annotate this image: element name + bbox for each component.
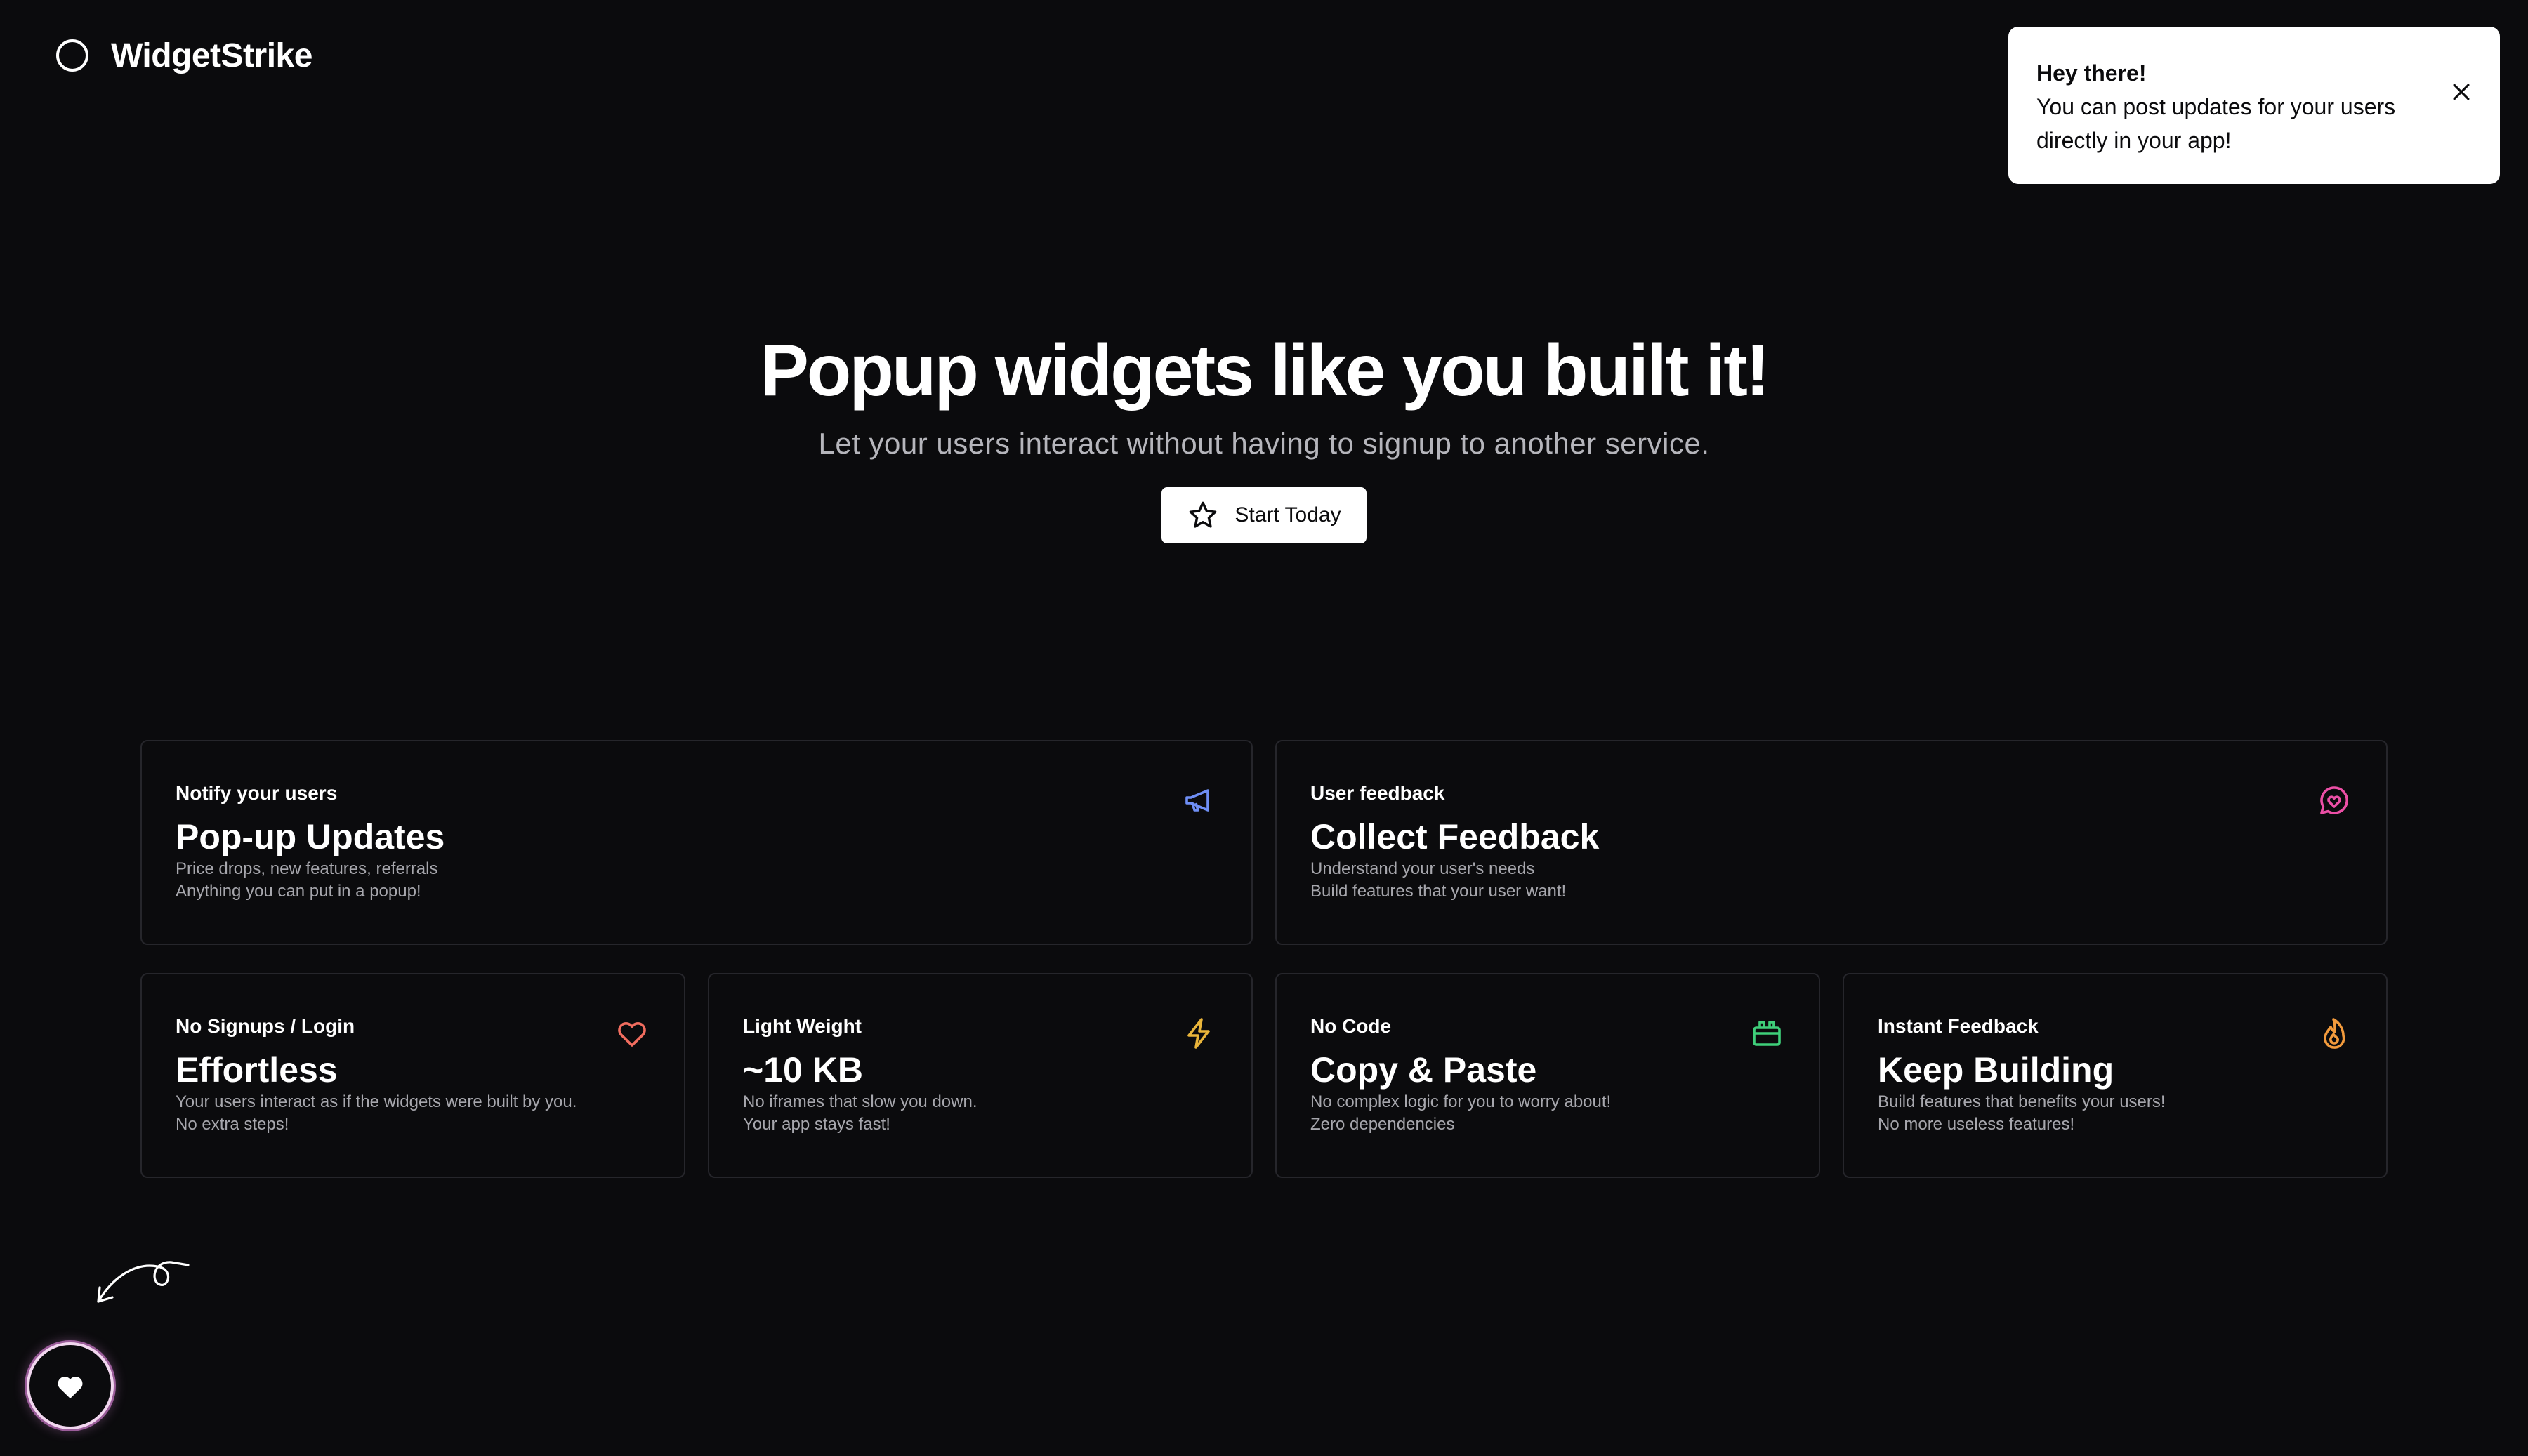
toast-title: Hey there! (2036, 60, 2147, 86)
feature-card-collect-feedback: User feedback Collect Feedback Understan… (1275, 740, 2388, 945)
lightning-icon (1187, 1018, 1210, 1049)
card-title: Pop-up Updates (176, 817, 445, 856)
card-description-line: No more useless features! (1878, 1115, 2075, 1134)
card-description-line: No iframes that slow you down. (743, 1092, 977, 1111)
card-description-line: Understand your user's needs (1310, 859, 1535, 878)
hero-title: Popup widgets like you built it! (760, 330, 1770, 411)
card-description-line: Anything you can put in a popup! (176, 882, 421, 901)
megaphone-icon (1185, 789, 1209, 812)
card-kicker: User feedback (1310, 782, 1445, 804)
card-description-line: No extra steps! (176, 1115, 289, 1134)
close-icon[interactable] (2449, 80, 2473, 104)
card-title: Effortless (176, 1050, 338, 1090)
curly-arrow-icon (97, 1261, 190, 1303)
feature-card-popup-updates: Notify your users Pop-up Updates Price d… (140, 740, 1253, 945)
toast-notification: Hey there! You can post updates for your… (2008, 27, 2500, 184)
card-description-line: Build features that your user want! (1310, 882, 1567, 901)
circle-logo-icon (56, 39, 88, 72)
start-today-button[interactable]: Start Today (1161, 487, 1367, 543)
heart-icon (618, 1021, 646, 1047)
message-heart-icon (2320, 786, 2348, 814)
feature-card-keep-building: Instant Feedback Keep Building Build fea… (1843, 973, 2388, 1178)
feature-card-effortless: No Signups / Login Effortless Your users… (140, 973, 685, 1178)
card-title: Keep Building (1878, 1050, 2114, 1090)
card-kicker: Instant Feedback (1878, 1015, 2039, 1037)
card-description-line: Price drops, new features, referrals (176, 859, 438, 878)
box-icon (1753, 1021, 1781, 1046)
card-description-line: Zero dependencies (1310, 1115, 1455, 1134)
flame-icon (2324, 1018, 2345, 1049)
card-title: Copy & Paste (1310, 1050, 1537, 1090)
brand[interactable]: WidgetStrike (56, 32, 312, 79)
card-description-line: Your app stays fast! (743, 1115, 890, 1134)
card-title: ~10 KB (743, 1050, 863, 1090)
brand-name: WidgetStrike (111, 37, 312, 74)
start-today-label: Start Today (1235, 503, 1341, 527)
star-icon (1190, 501, 1217, 528)
page: WidgetStrike Hey there! You can post upd… (0, 0, 2528, 1456)
feature-card-copy-paste: No Code Copy & Paste No complex logic fo… (1275, 973, 1820, 1178)
card-description-line: No complex logic for you to worry about! (1310, 1092, 1612, 1111)
card-kicker: Notify your users (176, 782, 338, 804)
card-description-line: Build features that benefits your users! (1878, 1092, 2166, 1111)
card-kicker: No Code (1310, 1015, 1392, 1037)
card-kicker: Light Weight (743, 1015, 862, 1037)
feature-card-light-weight: Light Weight ~10 KB No iframes that slow… (708, 973, 1253, 1178)
hero-subtitle: Let your users interact without having t… (818, 427, 1710, 460)
heart-filled-icon (58, 1377, 83, 1398)
card-title: Collect Feedback (1310, 817, 1600, 856)
toast-body: You can post updates for your users dire… (2036, 94, 2396, 153)
feedback-widget-button[interactable] (27, 1342, 114, 1429)
card-kicker: No Signups / Login (176, 1015, 355, 1037)
card-description-line: Your users interact as if the widgets we… (176, 1092, 577, 1111)
